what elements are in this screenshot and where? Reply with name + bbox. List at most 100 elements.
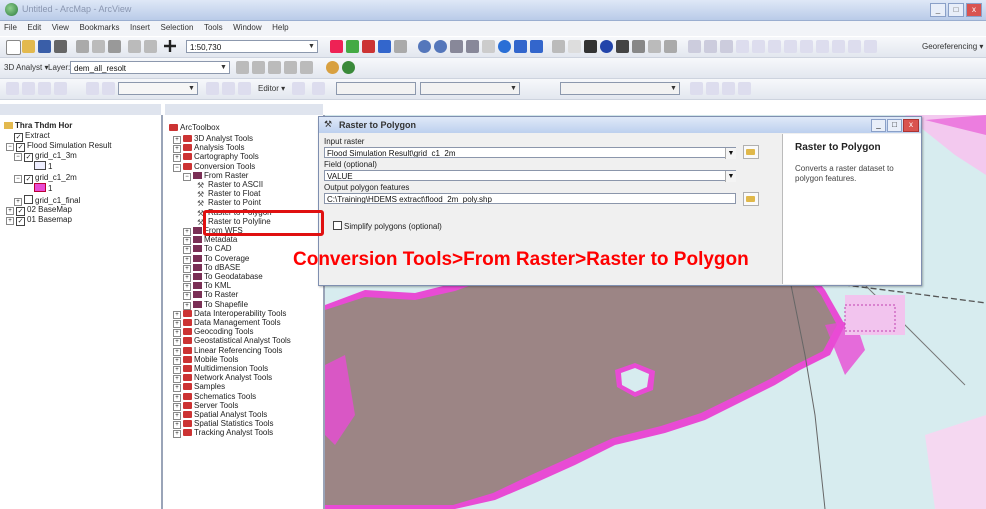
expand-icon[interactable]: +	[173, 430, 181, 439]
checkbox-icon[interactable]: ✓	[16, 217, 25, 226]
input-raster-field[interactable]: Flood Simulation Result\grid_c1_2m	[324, 147, 736, 158]
task-combo[interactable]	[336, 82, 416, 95]
georef-tool-icon[interactable]	[688, 40, 701, 53]
print-icon[interactable]	[54, 40, 67, 53]
clear-selection-icon[interactable]	[568, 40, 581, 53]
expand-icon[interactable]: +	[6, 217, 14, 225]
chevron-down-icon[interactable]: ▼	[725, 148, 736, 159]
layout-tool3-icon[interactable]	[206, 82, 219, 95]
georef-tool9-icon[interactable]	[816, 40, 829, 53]
fixed-zoom-out-icon[interactable]	[466, 40, 479, 53]
arcscene-icon[interactable]	[326, 61, 339, 74]
minimize-button[interactable]: _	[930, 3, 946, 17]
3d-analyst-menu[interactable]: 3D Analyst ▾	[4, 63, 48, 72]
simplify-checkbox[interactable]	[333, 221, 342, 230]
select-elements-icon[interactable]	[584, 40, 597, 53]
sketch-tool-icon[interactable]	[312, 82, 325, 95]
menu-help[interactable]: Help	[268, 21, 292, 32]
layout-zoom-combo[interactable]: ▼	[118, 82, 198, 95]
dialog-maximize-button[interactable]: □	[887, 119, 902, 132]
menu-view[interactable]: View	[48, 21, 73, 32]
edit-tool4-icon[interactable]	[722, 82, 735, 95]
draw-tool2-icon[interactable]	[22, 82, 35, 95]
georef-tool6-icon[interactable]	[768, 40, 781, 53]
menu-insert[interactable]: Insert	[126, 21, 154, 32]
chevron-down-icon[interactable]: ▼	[725, 171, 736, 182]
layout-tool1-icon[interactable]	[86, 82, 99, 95]
arctoolbox-icon[interactable]	[362, 40, 375, 53]
georef-tool4-icon[interactable]	[736, 40, 749, 53]
menu-tools[interactable]: Tools	[200, 21, 227, 32]
menu-edit[interactable]: Edit	[23, 21, 45, 32]
draw-tool1-icon[interactable]	[6, 82, 19, 95]
arccatalog-icon[interactable]	[346, 40, 359, 53]
menu-file[interactable]: File	[0, 21, 21, 32]
menu-window[interactable]: Window	[229, 21, 265, 32]
time-slider-icon[interactable]	[664, 40, 677, 53]
draw-tool3-icon[interactable]	[38, 82, 51, 95]
whats-this-icon[interactable]	[394, 40, 407, 53]
save-icon[interactable]	[38, 40, 51, 53]
toc-item-01-basemap[interactable]: + ✓ 01 Basemap	[6, 215, 72, 226]
command-line-icon[interactable]	[378, 40, 391, 53]
collapse-icon[interactable]: −	[173, 163, 181, 172]
full-extent-icon[interactable]	[498, 40, 511, 53]
collapse-icon[interactable]: −	[6, 143, 14, 151]
collapse-icon[interactable]: −	[14, 153, 22, 161]
forward-extent-icon[interactable]	[530, 40, 543, 53]
zoom-in-icon[interactable]	[418, 40, 431, 53]
measure-icon[interactable]	[632, 40, 645, 53]
copy-icon[interactable]	[92, 40, 105, 53]
dialog-close-button[interactable]: x	[903, 119, 919, 132]
subtype-combo[interactable]: ▼	[560, 82, 680, 95]
toc-dataframe[interactable]: Thra Thdm Hor	[4, 121, 72, 130]
map-scale-combo[interactable]: 1:50,730 ▼	[186, 40, 318, 53]
find-icon[interactable]	[616, 40, 629, 53]
edit-tool2-icon[interactable]	[690, 82, 703, 95]
edit-tool3-icon[interactable]	[706, 82, 719, 95]
georef-tool10-icon[interactable]	[832, 40, 845, 53]
checkbox-icon[interactable]: ✓	[24, 153, 33, 162]
arcglobe-icon[interactable]	[342, 61, 355, 74]
layout-tool4-icon[interactable]	[222, 82, 235, 95]
back-extent-icon[interactable]	[514, 40, 527, 53]
undo-icon[interactable]	[128, 40, 141, 53]
paste-icon[interactable]	[108, 40, 121, 53]
browse-output-folder-icon[interactable]	[743, 192, 759, 206]
collapse-icon[interactable]: −	[183, 172, 191, 181]
checkbox-icon[interactable]	[24, 195, 33, 204]
field-select[interactable]: VALUE	[324, 170, 736, 181]
browse-input-folder-icon[interactable]	[743, 145, 759, 159]
identify-icon[interactable]	[600, 40, 613, 53]
collapse-icon[interactable]: −	[14, 175, 22, 183]
dialog-minimize-button[interactable]: _	[871, 119, 886, 132]
add-data-icon[interactable]	[164, 40, 176, 52]
fixed-zoom-in-icon[interactable]	[450, 40, 463, 53]
georef-tool2-icon[interactable]	[704, 40, 717, 53]
toolbox-root[interactable]: ArcToolbox	[169, 123, 220, 132]
open-folder-icon[interactable]	[22, 40, 35, 53]
toolset-tracking-analyst-tools[interactable]: + Tracking Analyst Tools	[173, 428, 273, 439]
analyst-tool5-icon[interactable]	[300, 61, 313, 74]
editor-menu[interactable]: Editor ▾	[258, 84, 285, 93]
draw-tool4-icon[interactable]	[54, 82, 67, 95]
select-features-icon[interactable]	[552, 40, 565, 53]
layout-tool2-icon[interactable]	[102, 82, 115, 95]
zoom-out-icon[interactable]	[434, 40, 447, 53]
target-combo[interactable]: ▼	[420, 82, 520, 95]
analyst-tool3-icon[interactable]	[268, 61, 281, 74]
pan-icon[interactable]	[482, 40, 495, 53]
expand-icon[interactable]: +	[6, 207, 14, 215]
georef-tool3-icon[interactable]	[720, 40, 733, 53]
maximize-button[interactable]: □	[948, 3, 964, 17]
analyst-tool2-icon[interactable]	[252, 61, 265, 74]
layout-tool5-icon[interactable]	[238, 82, 251, 95]
analyst-tool4-icon[interactable]	[284, 61, 297, 74]
close-button[interactable]: x	[966, 3, 982, 17]
simplify-polygons-option[interactable]: Simplify polygons (optional)	[333, 221, 442, 231]
georeferencing-menu[interactable]: Georeferencing ▾	[922, 42, 983, 51]
edit-tool-icon[interactable]	[292, 82, 305, 95]
georef-tool5-icon[interactable]	[752, 40, 765, 53]
georef-tool7-icon[interactable]	[784, 40, 797, 53]
menu-bookmarks[interactable]: Bookmarks	[75, 21, 123, 32]
